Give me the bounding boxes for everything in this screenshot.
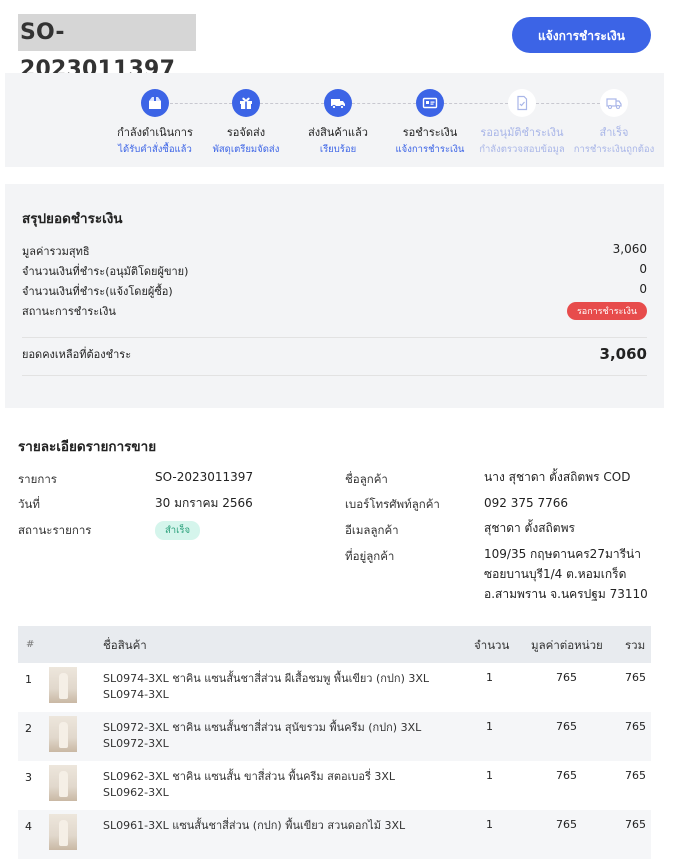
order-id-title: SO-2023011397: [18, 14, 196, 82]
truck-icon: [324, 89, 352, 117]
row-qty: 1: [486, 769, 493, 782]
product-thumbnail: [49, 667, 77, 703]
payment-icon: [416, 89, 444, 117]
date-value: 30 มกราคม 2566: [155, 496, 253, 510]
product-name-cell: SL0962-3XL ชาคิน แซนสั้น ขาสี่ส่วน พื้นค…: [103, 769, 395, 801]
step-completed: สำเร็จ การชำระเงินถูกต้อง: [559, 89, 669, 157]
email-label: อีเมลลูกค้า: [345, 523, 399, 537]
row-total: 765: [625, 818, 646, 831]
sale-detail-title: รายละเอียดรายการขาย: [18, 439, 157, 455]
product-sku: SL0972-3XL: [103, 737, 169, 750]
row-unit-price: 765: [556, 818, 577, 831]
balance-row: ยอดคงเหลือที่ต้องชำระ 3,060: [22, 345, 647, 363]
step-title: สำเร็จ: [599, 126, 629, 139]
payment-status-badge: รอการชำระเงิน: [566, 302, 647, 320]
step-subtitle: การชำระเงินถูกต้อง: [573, 144, 655, 155]
col-unit-price: มูลค่าต่อหน่วย: [531, 638, 603, 652]
paid-seller-value: 0: [639, 262, 647, 276]
table-row[interactable]: 1 SL0974-3XL ชาคิน แซนสั้นชาสี่ส่วน ผีเส…: [18, 663, 651, 712]
net-total-row: มูลค่ารวมสุทธิ 3,060: [22, 242, 647, 260]
product-thumbnail: [49, 814, 77, 850]
phone-value: 092 375 7766: [484, 496, 568, 510]
email-value: สุชาดา ตั้งสถิตพร: [484, 521, 575, 535]
product-sku: SL0974-3XL: [103, 688, 169, 701]
row-num: 3: [25, 771, 32, 784]
payment-status-row: สถานะการชำระเงิน รอการชำระเงิน: [22, 302, 647, 320]
col-num: #: [26, 639, 35, 650]
product-thumbnail: [49, 765, 77, 801]
paid-buyer-row: จำนวนเงินที่ชำระ(แจ้งโดยผู้ซื้อ) 0: [22, 282, 647, 300]
product-name: SL0961-3XL แซนสั้นชาสี่ส่วน (กปก) พื้นเข…: [103, 819, 406, 832]
address-line: 109/35 กฤษดานคร27มารีน่า: [484, 547, 641, 561]
product-name: SL0972-3XL ชาคิน แซนสั้นชาสี่ส่วน สุนัขร…: [103, 721, 422, 734]
payment-status-label: สถานะการชำระเงิน: [22, 305, 116, 318]
net-total-label: มูลค่ารวมสุทธิ: [22, 245, 90, 258]
product-name-cell: SL0974-3XL ชาคิน แซนสั้นชาสี่ส่วน ผีเสื้…: [103, 671, 429, 703]
product-name-cell: SL0961-3XL แซนสั้นชาสี่ส่วน (กปก) พื้นเข…: [103, 818, 405, 834]
address-label: ที่อยู่ลูกค้า: [345, 549, 395, 563]
row-unit-price: 765: [556, 769, 577, 782]
product-name-cell: SL0972-3XL ชาคิน แซนสั้นชาสี่ส่วน สุนัขร…: [103, 720, 421, 752]
phone-label: เบอร์โทรศัพท์ลูกค้า: [345, 497, 440, 511]
col-total: รวม: [625, 638, 646, 652]
col-qty: จำนวน: [474, 638, 510, 652]
row-total: 765: [625, 769, 646, 782]
order-status-badge: สำเร็จ: [155, 521, 201, 540]
row-num: 1: [25, 673, 32, 686]
order-value: SO-2023011397: [155, 470, 254, 484]
payment-summary-title: สรุปยอดชำระเงิน: [22, 211, 123, 227]
row-num: 2: [25, 722, 32, 735]
product-name: SL0974-3XL ชาคิน แซนสั้นชาสี่ส่วน ผีเสื้…: [103, 672, 430, 685]
table-row[interactable]: 2 SL0972-3XL ชาคิน แซนสั้นชาสี่ส่วน สุนั…: [18, 712, 651, 761]
order-status-label: สถานะรายการ: [18, 523, 92, 537]
document-check-icon: [508, 89, 536, 117]
table-row[interactable]: 3 SL0962-3XL ชาคิน แซนสั้น ขาสี่ส่วน พื้…: [18, 761, 651, 810]
row-total: 765: [625, 720, 646, 733]
table-header: # ชื่อสินค้า จำนวน มูลค่าต่อหน่วย รวม: [18, 626, 651, 663]
col-name: ชื่อสินค้า: [103, 638, 147, 652]
row-unit-price: 765: [556, 720, 577, 733]
row-qty: 1: [486, 720, 493, 733]
row-qty: 1: [486, 671, 493, 684]
divider: [22, 375, 647, 376]
box-icon: [141, 89, 169, 117]
product-thumbnail: [49, 716, 77, 752]
gift-icon: [232, 89, 260, 117]
row-num: 4: [25, 820, 32, 833]
address-line: อ.สามพราน จ.นครปฐม 73110: [484, 587, 648, 601]
row-unit-price: 765: [556, 671, 577, 684]
address-line: ซอยบานบุรี1/4 ต.หอมเกร็ด: [484, 567, 627, 581]
paid-buyer-value: 0: [639, 282, 647, 296]
truck-icon: [600, 89, 628, 117]
balance-value: 3,060: [599, 345, 647, 363]
paid-buyer-label: จำนวนเงินที่ชำระ(แจ้งโดยผู้ซื้อ): [22, 285, 173, 298]
balance-label: ยอดคงเหลือที่ต้องชำระ: [22, 348, 132, 361]
net-total-value: 3,060: [612, 242, 647, 256]
paid-seller-label: จำนวนเงินที่ชำระ(อนุมัติโดยผู้ขาย): [22, 265, 189, 278]
product-sku: SL0962-3XL: [103, 786, 169, 799]
notify-payment-button[interactable]: แจ้งการชำระเงิน: [512, 17, 651, 53]
order-label: รายการ: [18, 472, 57, 486]
paid-seller-row: จำนวนเงินที่ชำระ(อนุมัติโดยผู้ขาย) 0: [22, 262, 647, 280]
row-qty: 1: [486, 818, 493, 831]
divider: [22, 337, 647, 338]
customer-label: ชื่อลูกค้า: [345, 472, 388, 486]
product-name: SL0962-3XL ชาคิน แซนสั้น ขาสี่ส่วน พื้นค…: [103, 770, 396, 783]
row-total: 765: [625, 671, 646, 684]
date-label: วันที่: [18, 497, 40, 511]
customer-value: นาง สุชาดา ตั้งสถิตพร COD: [484, 470, 631, 484]
